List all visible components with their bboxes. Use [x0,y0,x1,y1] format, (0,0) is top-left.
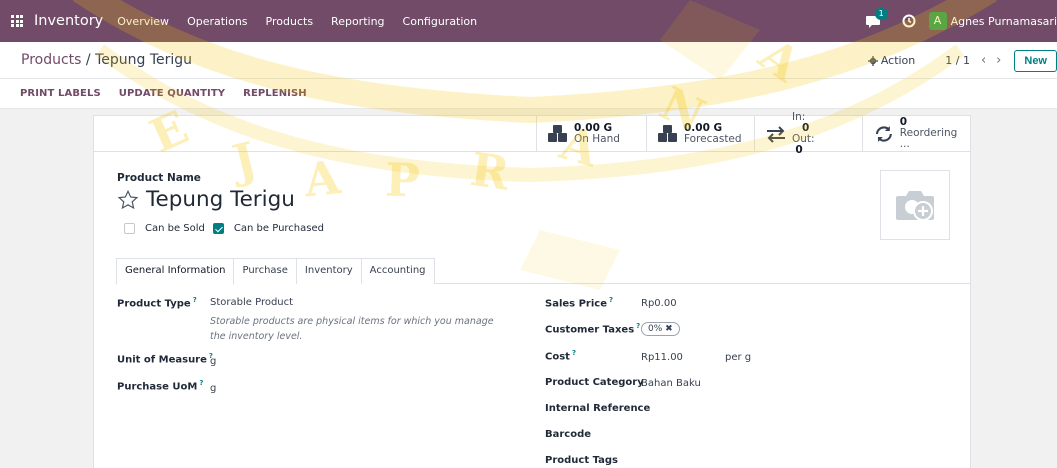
unit-of-measure-field[interactable]: g [210,356,216,367]
pager-value[interactable]: 1 / 1 [945,54,970,67]
action-bar: PRINT LABELS UPDATE QUANTITY REPLENISH [0,79,1057,109]
help-icon: ? [636,322,641,330]
product-type-select[interactable]: Storable Product [210,297,293,308]
app-name[interactable]: Inventory [34,13,103,29]
can-be-purchased-label: Can be Purchased [233,223,324,234]
update-quantity-button[interactable]: UPDATE QUANTITY [119,88,225,99]
help-icon: ? [199,379,204,387]
print-labels-button[interactable]: PRINT LABELS [20,88,101,99]
title-area: Product Name Tepung Terigu Can be Sold C… [117,172,324,234]
menu-configuration[interactable]: Configuration [403,15,478,28]
transfer-arrows-icon [767,125,785,143]
help-icon: ? [571,349,577,357]
pager-next-icon[interactable]: › [996,53,1001,68]
product-type-label: Product Type? [117,296,197,310]
new-button[interactable]: New [1014,49,1057,72]
cost-field[interactable]: Rp11.00 [641,352,683,363]
barcode-label: Barcode [545,429,592,440]
menu-operations[interactable]: Operations [187,15,247,28]
menu-products[interactable]: Products [266,15,314,28]
tab-general-information[interactable]: General Information [116,258,235,285]
product-name-field[interactable]: Tepung Terigu [146,187,295,212]
in-out-button[interactable]: In: 0 Out: 0 [754,111,862,155]
camera-add-icon [896,191,934,221]
product-name-label: Product Name [117,172,201,184]
form-sheet: 0.00 G On Hand 0.00 G Forecasted In: 0 Out… [93,111,971,468]
can-be-sold-checkbox[interactable] [124,223,135,234]
cost-unit: per g [725,352,752,363]
unit-of-measure-label: Unit of Measure? [117,352,213,366]
user-name[interactable]: Agnes Purnamasari [951,15,1057,28]
breadcrumb-products[interactable]: Products [21,52,81,68]
forecasted-button[interactable]: 0.00 G Forecasted [646,116,754,151]
clock-icon[interactable] [899,11,919,31]
form-tabs: General Information Purchase Inventory A… [116,258,970,285]
breadcrumb-current: Tepung Terigu [95,52,193,68]
tab-inventory[interactable]: Inventory [295,258,362,284]
cost-label: Cost? [545,349,577,363]
tab-purchase[interactable]: Purchase [233,258,297,284]
internal-reference-label: Internal Reference [545,403,651,414]
gear-icon [867,55,878,66]
on-hand-label: On Hand [574,132,620,145]
menu-reporting[interactable]: Reporting [331,15,384,28]
breadcrumb: Products / Tepung Terigu [21,52,192,68]
tab-accounting[interactable]: Accounting [360,258,435,284]
out-value: 0 [795,143,803,156]
product-type-hint: Storable products are physical items for… [210,316,494,342]
action-menu-button[interactable]: Action [867,54,916,67]
reorder-label: Reordering ... [899,127,958,150]
pager-previous-icon[interactable]: ‹ [981,53,986,68]
customer-tax-tag[interactable]: 0% ✖ [641,322,680,336]
product-category-field[interactable]: Bahan Baku [641,378,701,389]
on-hand-button[interactable]: 0.00 G On Hand [536,116,646,151]
customer-taxes-label: Customer Taxes? [545,322,641,336]
in-value: 0 [802,121,810,134]
avatar[interactable]: A [928,12,947,30]
control-panel: Products / Tepung Terigu Action 1 / 1 ‹ … [0,42,1057,79]
can-be-purchased-checkbox[interactable] [212,223,224,234]
cubes-icon [548,124,567,142]
apps-grid-icon[interactable] [0,0,34,42]
chat-icon[interactable]: 1 [865,8,888,30]
menu-overview[interactable]: Overview [117,15,169,28]
top-navbar: Inventory Overview Operations Products R… [0,0,1057,42]
purchase-uom-field[interactable]: g [210,383,216,394]
refresh-icon [875,125,892,142]
product-category-label: Product Category [545,377,644,388]
star-icon[interactable] [117,189,139,211]
remove-tag-icon: ✖ [665,324,673,334]
smart-buttons: 0.00 G On Hand 0.00 G Forecasted In: 0 Out… [94,111,970,155]
help-icon: ? [192,296,197,304]
reordering-button[interactable]: 0 Reordering ... [862,116,970,151]
forecast-label: Forecasted [684,132,742,145]
action-label: Action [880,54,916,67]
replenish-button[interactable]: REPLENISH [243,88,307,99]
cubes-icon [658,124,677,142]
sales-price-label: Sales Price? [545,296,614,310]
chat-count-badge: 1 [874,8,888,20]
can-be-sold-label: Can be Sold [145,223,205,234]
help-icon: ? [609,296,614,304]
sales-price-field[interactable]: Rp0.00 [641,298,677,309]
purchase-uom-label: Purchase UoM? [117,379,204,393]
product-image-upload[interactable] [880,170,950,240]
breadcrumb-separator: / [81,52,96,68]
product-tags-label: Product Tags [545,455,618,466]
